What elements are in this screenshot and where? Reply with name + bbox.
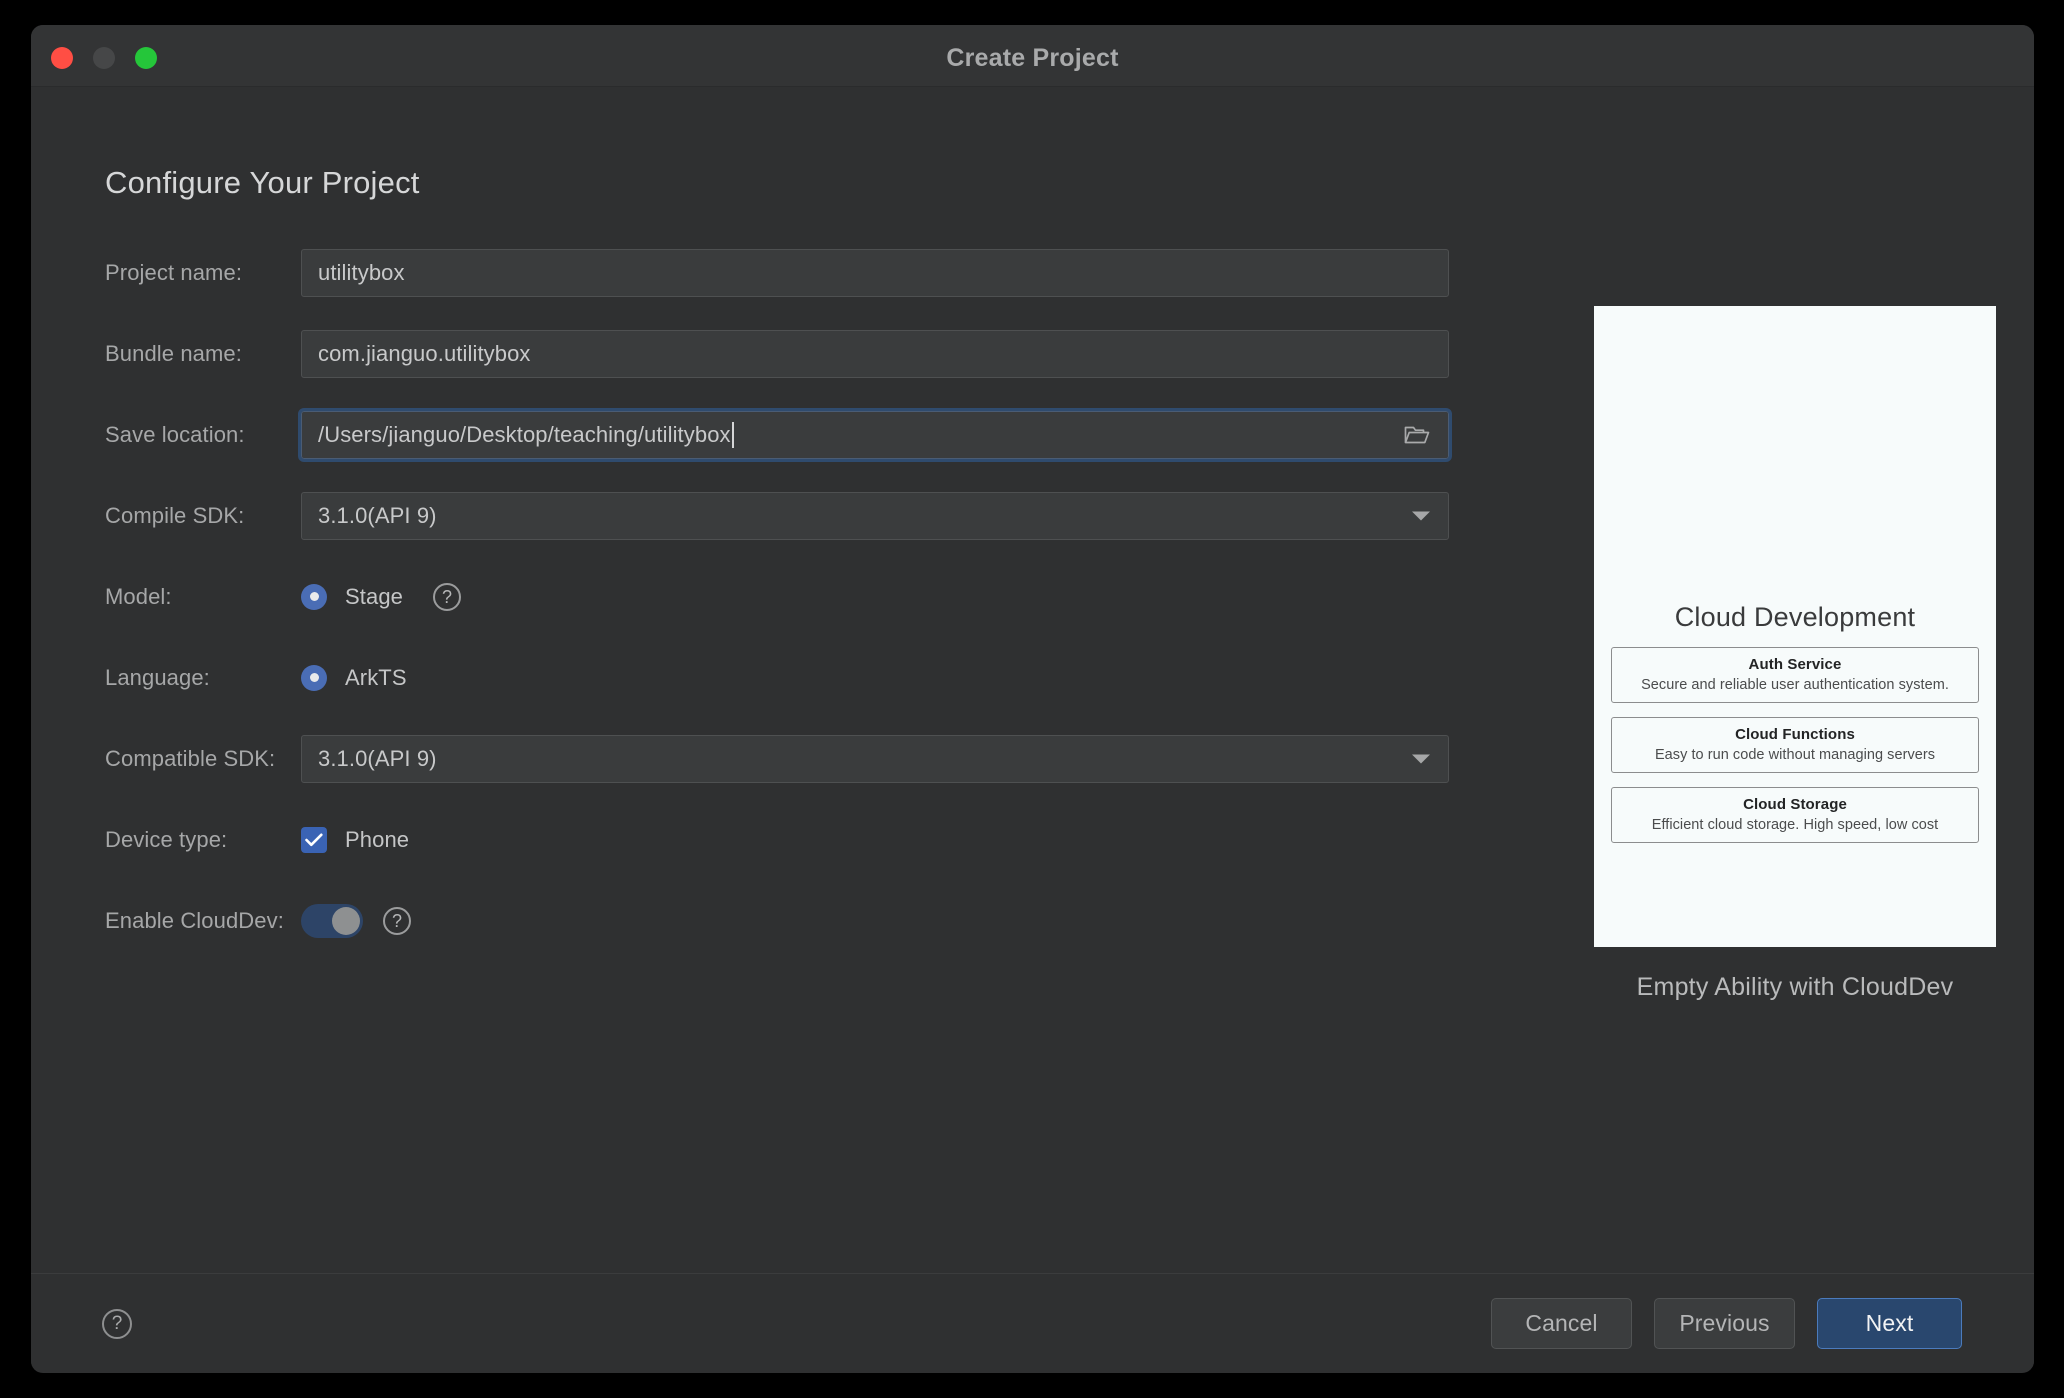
model-label: Model: bbox=[105, 583, 172, 609]
device-type-phone-checkbox[interactable] bbox=[301, 826, 327, 853]
chevron-down-icon[interactable] bbox=[1412, 754, 1430, 763]
compatible-sdk-value: 3.1.0(API 9) bbox=[318, 745, 437, 771]
model-controls: Stage ? bbox=[301, 582, 461, 611]
window-title: Create Project bbox=[946, 44, 1119, 72]
previous-button[interactable]: Previous bbox=[1654, 1298, 1795, 1349]
model-stage-label: Stage bbox=[345, 583, 403, 609]
form-row-model: Model: Stage ? bbox=[105, 566, 1525, 627]
device-type-controls: Phone bbox=[301, 826, 410, 853]
footer-help-icon[interactable]: ? bbox=[102, 1309, 132, 1339]
form-row-enable-clouddev: Enable CloudDev: ? bbox=[105, 890, 1525, 951]
form-row-save-location: Save location: /Users/jianguo/Desktop/te… bbox=[105, 404, 1525, 465]
enable-clouddev-controls: ? bbox=[301, 903, 411, 938]
language-label: Language: bbox=[105, 664, 210, 690]
next-button[interactable]: Next bbox=[1817, 1298, 1962, 1349]
template-preview: Cloud Development Auth Service Secure an… bbox=[1594, 306, 1996, 1002]
form-row-project-name: Project name: utilitybox bbox=[105, 242, 1525, 303]
compatible-sdk-select[interactable]: 3.1.0(API 9) bbox=[301, 734, 1449, 783]
clouddev-help-icon[interactable]: ? bbox=[383, 906, 411, 935]
language-arkts-label: ArkTS bbox=[345, 664, 407, 690]
feature-title: Cloud Functions bbox=[1735, 726, 1855, 743]
form-row-compatible-sdk: Compatible SDK: 3.1.0(API 9) bbox=[105, 728, 1525, 789]
dialog-body: Configure Your Project Project name: uti… bbox=[31, 87, 2034, 1273]
folder-open-icon[interactable] bbox=[1404, 424, 1430, 446]
bundle-name-value: com.jianguo.utilitybox bbox=[318, 340, 531, 366]
form-row-language: Language: ArkTS bbox=[105, 647, 1525, 708]
project-name-input[interactable]: utilitybox bbox=[301, 248, 1449, 297]
language-arkts-radio[interactable] bbox=[301, 664, 327, 691]
preview-card: Cloud Development Auth Service Secure an… bbox=[1594, 306, 1996, 947]
bundle-name-input[interactable]: com.jianguo.utilitybox bbox=[301, 329, 1449, 378]
feature-description: Efficient cloud storage. High speed, low… bbox=[1651, 817, 1939, 833]
footer-button-group: Cancel Previous Next bbox=[1491, 1298, 1962, 1349]
dialog-footer: ? Cancel Previous Next bbox=[31, 1273, 2034, 1372]
form-row-device-type: Device type: Phone bbox=[105, 809, 1525, 870]
compatible-sdk-label: Compatible SDK: bbox=[105, 745, 276, 771]
preview-caption: Empty Ability with CloudDev bbox=[1636, 973, 1954, 1001]
form-row-compile-sdk: Compile SDK: 3.1.0(API 9) bbox=[105, 485, 1525, 546]
feature-description: Easy to run code without managing server… bbox=[1654, 747, 1936, 763]
feature-description: Secure and reliable user authentication … bbox=[1641, 677, 1949, 693]
chevron-down-icon[interactable] bbox=[1412, 511, 1430, 520]
compile-sdk-label: Compile SDK: bbox=[105, 502, 245, 528]
device-type-label: Device type: bbox=[105, 826, 228, 852]
save-location-value: /Users/jianguo/Desktop/teaching/utilityb… bbox=[318, 421, 731, 447]
feature-card-cloud-storage: Cloud Storage Efficient cloud storage. H… bbox=[1611, 787, 1979, 843]
save-location-input[interactable]: /Users/jianguo/Desktop/teaching/utilityb… bbox=[298, 407, 1452, 462]
toggle-knob bbox=[332, 906, 360, 935]
window-titlebar: Create Project bbox=[31, 25, 2034, 87]
create-project-dialog: Create Project Configure Your Project Pr… bbox=[31, 25, 2034, 1373]
preview-card-title: Cloud Development bbox=[1674, 602, 1916, 632]
project-name-value: utilitybox bbox=[318, 259, 405, 285]
project-config-form: Project name: utilitybox Bundle name: co… bbox=[105, 242, 1525, 971]
enable-clouddev-toggle[interactable] bbox=[301, 903, 363, 938]
feature-card-cloud-functions: Cloud Functions Easy to run code without… bbox=[1611, 717, 1979, 773]
cancel-button[interactable]: Cancel bbox=[1491, 1298, 1632, 1349]
page-title: Configure Your Project bbox=[105, 165, 420, 200]
model-help-icon[interactable]: ? bbox=[433, 582, 461, 611]
feature-title: Auth Service bbox=[1748, 656, 1842, 673]
compile-sdk-select[interactable]: 3.1.0(API 9) bbox=[301, 491, 1449, 540]
bundle-name-label: Bundle name: bbox=[105, 340, 242, 366]
language-controls: ArkTS bbox=[301, 664, 407, 691]
model-stage-radio[interactable] bbox=[301, 583, 327, 610]
feature-title: Cloud Storage bbox=[1743, 796, 1847, 813]
enable-clouddev-label: Enable CloudDev: bbox=[105, 907, 284, 933]
device-type-phone-label: Phone bbox=[345, 826, 410, 852]
project-name-label: Project name: bbox=[105, 259, 243, 285]
form-row-bundle-name: Bundle name: com.jianguo.utilitybox bbox=[105, 323, 1525, 384]
compile-sdk-value: 3.1.0(API 9) bbox=[318, 502, 437, 528]
text-caret bbox=[731, 421, 734, 448]
save-location-label: Save location: bbox=[105, 421, 245, 447]
feature-card-auth-service: Auth Service Secure and reliable user au… bbox=[1611, 647, 1979, 703]
